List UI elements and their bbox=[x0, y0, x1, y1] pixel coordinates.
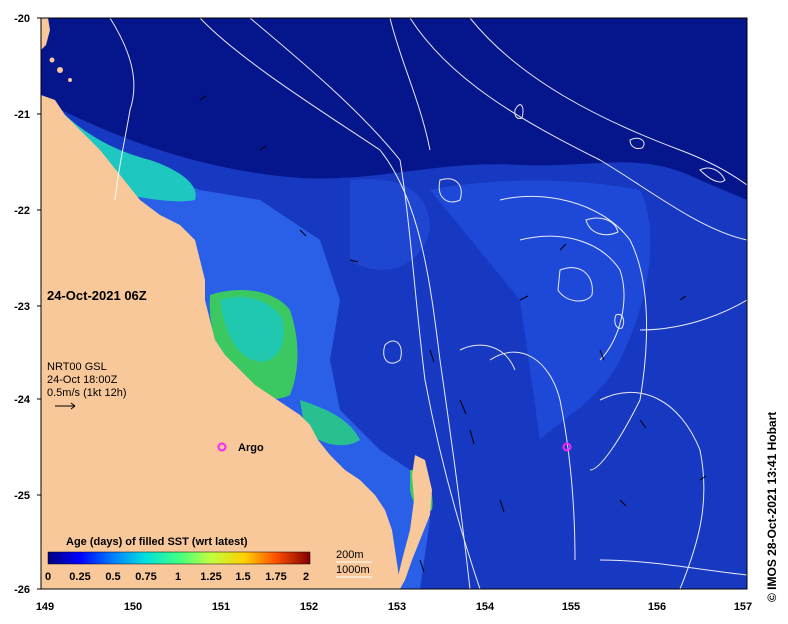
sst-map-figure: -20 -21 -22 -23 -24 -25 -26 149 150 151 … bbox=[14, 13, 779, 613]
colorbar bbox=[47, 551, 311, 565]
land-island bbox=[57, 67, 63, 73]
argo-label: Argo bbox=[238, 442, 264, 454]
land-island bbox=[68, 78, 72, 82]
colorbar-tick-label: 1.25 bbox=[200, 571, 221, 583]
colorbar-tick-label: 0.5 bbox=[105, 571, 120, 583]
contour-label-200m: 200m bbox=[336, 549, 364, 561]
land-island bbox=[49, 57, 55, 63]
lat-tick-label: -23 bbox=[14, 301, 30, 313]
colorbar-tick-label: 1 bbox=[175, 571, 181, 583]
lat-tick-label: -24 bbox=[14, 394, 31, 406]
map-plot-area bbox=[41, 18, 747, 589]
lat-tick-label: -26 bbox=[14, 584, 30, 596]
lon-axis: 149 150 151 152 153 154 155 156 157 bbox=[36, 601, 752, 613]
colorbar-tick-label: 1.75 bbox=[265, 571, 286, 583]
lon-tick-label: 156 bbox=[648, 601, 666, 613]
colorbar-ticks: 0 0.25 0.5 0.75 1 1.25 1.5 1.75 2 bbox=[45, 571, 309, 583]
colorbar-title: Age (days) of filled SST (wrt latest) bbox=[66, 536, 248, 548]
current-source: NRT00 GSL bbox=[47, 361, 107, 373]
current-time: 24-Oct 18:00Z bbox=[47, 374, 118, 386]
lon-tick-label: 157 bbox=[734, 601, 752, 613]
lat-tick-label: -21 bbox=[14, 109, 30, 121]
lat-axis: -20 -21 -22 -23 -24 -25 -26 bbox=[14, 13, 41, 596]
lon-tick-label: 153 bbox=[388, 601, 406, 613]
imos-credit: © IMOS 28-Oct-2021 13:41 Hobart bbox=[765, 412, 779, 602]
lon-tick-label: 152 bbox=[300, 601, 318, 613]
map-title: 24-Oct-2021 06Z bbox=[47, 288, 147, 303]
lon-tick-label: 151 bbox=[212, 601, 230, 613]
lon-tick-label: 155 bbox=[562, 601, 580, 613]
lat-tick-label: -25 bbox=[14, 490, 30, 502]
contour-label-1000m: 1000m bbox=[336, 564, 370, 576]
colorbar-tick-label: 2 bbox=[303, 571, 309, 583]
lon-tick-label: 150 bbox=[124, 601, 142, 613]
colorbar-tick-label: 0.75 bbox=[135, 571, 156, 583]
colorbar-tick-label: 0 bbox=[45, 571, 51, 583]
lon-tick-label: 154 bbox=[476, 601, 495, 613]
lat-tick-label: -22 bbox=[14, 205, 30, 217]
colorbar-tick-label: 1.5 bbox=[235, 571, 250, 583]
current-scale: 0.5m/s (1kt 12h) bbox=[47, 387, 126, 399]
lon-tick-label: 149 bbox=[36, 601, 54, 613]
colorbar-tick-label: 0.25 bbox=[69, 571, 90, 583]
lat-tick-label: -20 bbox=[14, 13, 30, 25]
